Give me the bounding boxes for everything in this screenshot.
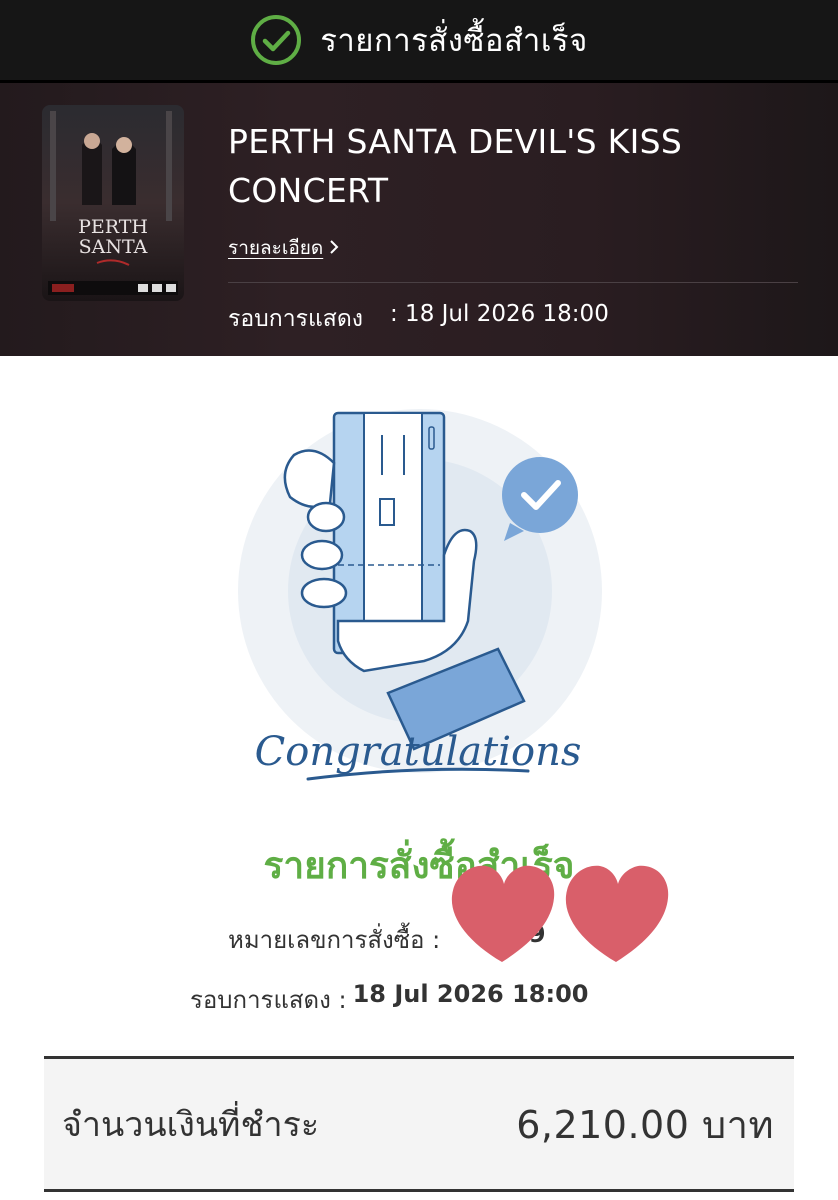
show-time-value: 18 Jul 2026 18:00 <box>352 980 589 1008</box>
heart-stickers <box>448 862 672 970</box>
payment-label: จำนวนเงินที่ชำระ <box>62 1105 320 1145</box>
status-title: รายการสั่งซื้อสำเร็จ <box>320 23 588 59</box>
show-time-row: รอบการแสดง : 18 Jul 2026 18:00 <box>190 980 588 1019</box>
status-bar: รายการสั่งซื้อสำเร็จ <box>0 0 838 80</box>
order-number-label: หมายเลขการสั่งซื้อ : <box>228 926 441 954</box>
show-time-label: รอบการแสดง : <box>190 986 347 1014</box>
details-link-label: รายละเอียด <box>228 237 324 259</box>
payment-amount: 6,210.00 บาท <box>516 1102 774 1147</box>
svg-text:SANTA: SANTA <box>79 236 148 258</box>
event-poster[interactable]: PERTH SANTA <box>42 105 184 301</box>
congratulations-illustration: Congratulations <box>228 395 608 795</box>
details-link[interactable]: รายละเอียด <box>228 233 339 263</box>
check-circle-icon <box>250 14 302 66</box>
svg-text:PERTH: PERTH <box>78 216 148 238</box>
showtime-label: รอบการแสดง <box>228 306 363 332</box>
event-title: PERTH SANTA DEVIL'S KISS CONCERT <box>228 122 683 210</box>
congratulations-text: Congratulations <box>255 729 582 775</box>
success-title: รายการสั่งซื้อสำเร็จ <box>263 844 575 887</box>
showtime-value: : 18 Jul 2026 18:00 <box>390 301 609 327</box>
chevron-right-icon <box>329 236 339 260</box>
showtime-row: รอบการแสดง : 18 Jul 2026 18:00 <box>228 301 609 337</box>
payment-total: จำนวนเงินที่ชำระ 6,210.00 บาท <box>44 1056 794 1192</box>
event-header: PERTH SANTA PERTH SANTA DEVIL'S KISS CON… <box>0 80 838 356</box>
divider <box>228 282 798 283</box>
